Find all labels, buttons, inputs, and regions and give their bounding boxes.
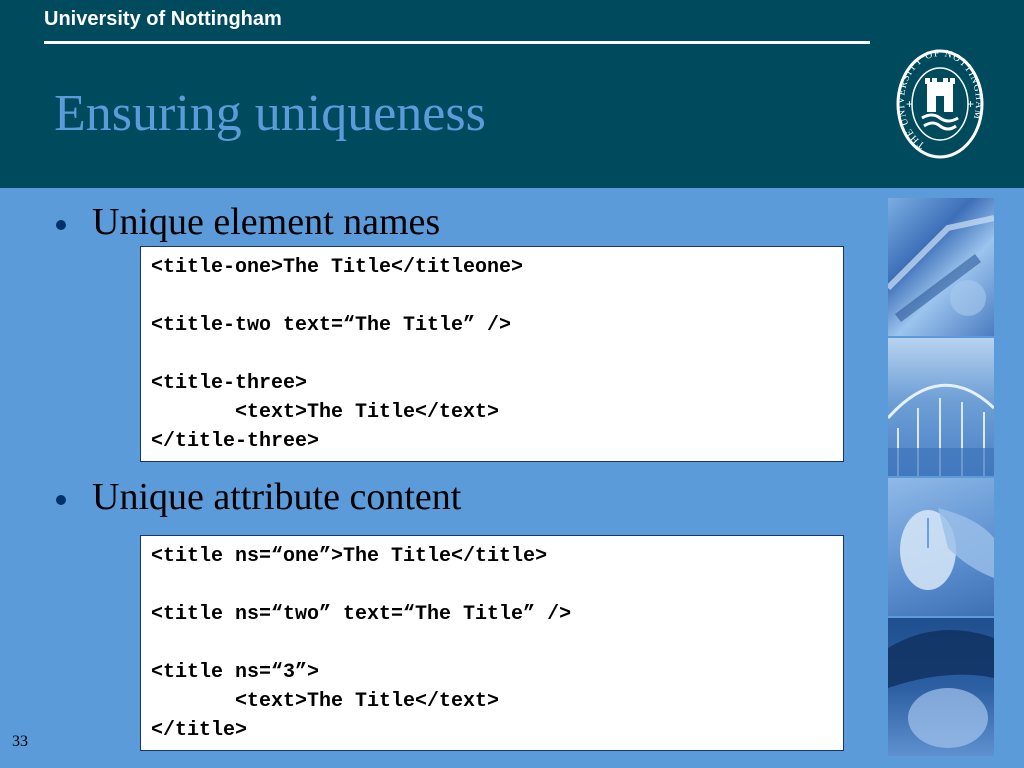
code-lines: <title ns=“one”>The Title</title> <title… [141,536,843,745]
code-line: <title ns=“3”> [151,661,320,684]
bullet-unique-element-names: Unique element names [92,201,441,243]
code-line: <title-two text=“The Title” /> [151,314,512,337]
svg-text:+: + [967,97,974,111]
university-name: University of Nottingham [44,8,282,30]
page-number: 33 [12,733,28,750]
university-seal-icon: THE UNIVERSITY OF NOTTINGHAM + + [896,48,984,159]
code-line: <title ns=“two” text=“The Title” /> [151,603,572,626]
code-line: </title-three> [151,430,320,453]
photo-building [888,338,994,476]
bullet-dot [56,495,66,505]
photo-circuit [888,198,994,336]
decorative-photo-strip [888,198,994,758]
photo-person-image [888,630,994,748]
code-line: </title> [151,719,248,742]
photo-mouse [888,478,994,616]
photo-building-image [888,383,994,476]
bullet-unique-attribute-content: Unique attribute content [92,476,462,518]
slide-title: Ensuring uniqueness [54,85,486,142]
code-line: <title-three> [151,372,308,395]
code-line: <text>The Title</text> [151,401,500,424]
slide-header: University of Nottingham Ensuring unique… [0,0,1024,188]
code-box-element-names: <title-one>The Title</titleone> <title-t… [140,246,844,462]
bullet-dot [56,220,66,230]
photo-mouse-image [900,508,994,590]
photo-circuit-image [888,215,994,322]
code-lines: <title-one>The Title</titleone> <title-t… [141,247,843,456]
svg-text:+: + [906,97,913,111]
header-rule [44,41,870,44]
code-line: <title ns=“one”>The Title</title> [151,545,548,568]
code-box-attribute-content: <title ns=“one”>The Title</title> <title… [140,535,844,751]
code-line: <title-one>The Title</titleone> [151,256,524,279]
photo-person [888,618,994,756]
code-line: <text>The Title</text> [151,690,500,713]
